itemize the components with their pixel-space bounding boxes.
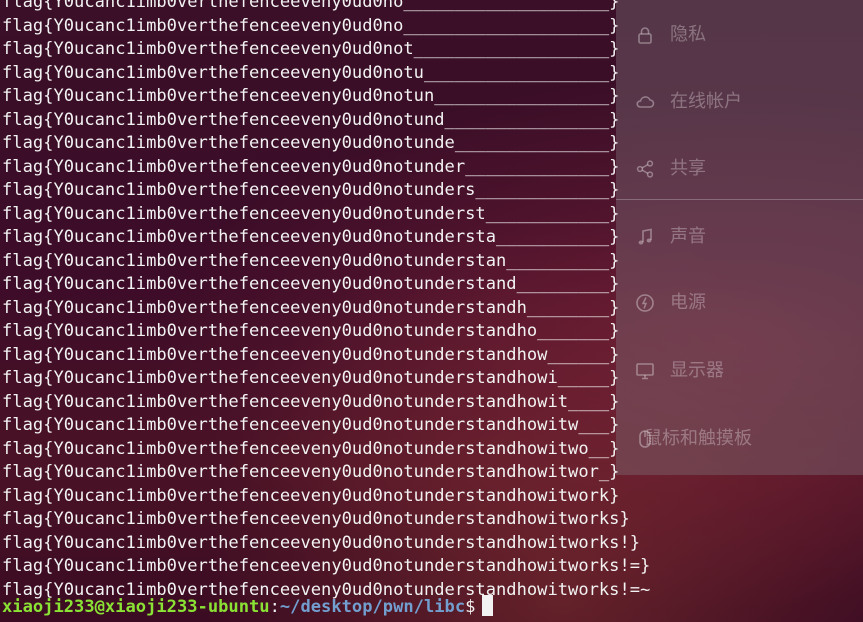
terminal-line: flag{Y0ucanc1imb0verthefenceeveny0ud0not… [2,368,620,388]
prompt-user-host: xiaoji233@xiaoji233-ubuntu [2,597,270,617]
terminal-line: flag{Y0ucanc1imb0verthefenceeveny0ud0not… [2,556,651,576]
terminal-line: flag{Y0ucanc1imb0verthefenceeveny0ud0not… [2,156,620,177]
terminal-line: flag{Y0ucanc1imb0verthefenceeveny0ud0not… [2,180,620,200]
terminal-line: flag{Y0ucanc1imb0verthefenceeveny0ud0not… [2,509,630,529]
terminal-line: flag{Y0ucanc1imb0verthefenceeveny0ud0no_… [2,0,620,12]
terminal-line: flag{Y0ucanc1imb0verthefenceeveny0ud0not… [2,415,620,435]
prompt-colon: : [269,597,280,617]
terminal-line: flag{Y0ucanc1imb0verthefenceeveny0ud0not… [2,86,620,106]
terminal-line: flag{Y0ucanc1imb0verthefenceeveny0ud0not… [2,250,620,271]
terminal-output: flag{Y0ucanc1imb0verthefenceeveny0ud0no_… [2,0,650,602]
terminal-line: flag{Y0ucanc1imb0verthefenceeveny0ud0not… [2,227,620,247]
prompt-symbol: $ [465,597,476,617]
desktop-background: 隐私 在线帐户 共享 声音 电源 显示器 鼠标和触摸板 flag{Y0ucanc… [0,0,863,622]
terminal-line: flag{Y0ucanc1imb0verthefenceeveny0ud0not… [2,203,620,224]
terminal-line: flag{Y0ucanc1imb0verthefenceeveny0ud0no_… [2,15,620,36]
terminal-prompt[interactable]: xiaoji233@xiaoji233-ubuntu:~/desktop/pwn… [2,595,494,619]
terminal-line: flag{Y0ucanc1imb0verthefenceeveny0ud0not… [2,438,620,459]
terminal-line: flag{Y0ucanc1imb0verthefenceeveny0ud0not… [2,485,620,506]
terminal-line: flag{Y0ucanc1imb0verthefenceeveny0ud0not… [2,133,620,153]
terminal-line: flag{Y0ucanc1imb0verthefenceeveny0ud0not… [2,321,620,341]
terminal-cursor [482,595,494,616]
terminal-line: flag{Y0ucanc1imb0verthefenceeveny0ud0not… [2,462,620,482]
terminal-line: flag{Y0ucanc1imb0verthefenceeveny0ud0not… [2,391,620,412]
prompt-path: ~/desktop/pwn/libc [279,597,466,617]
terminal-window[interactable]: flag{Y0ucanc1imb0verthefenceeveny0ud0no_… [0,0,863,622]
terminal-line: flag{Y0ucanc1imb0verthefenceeveny0ud0not… [2,297,620,318]
terminal-line: flag{Y0ucanc1imb0verthefenceeveny0ud0not… [2,274,620,294]
terminal-line: flag{Y0ucanc1imb0verthefenceeveny0ud0not… [2,62,620,83]
terminal-line: flag{Y0ucanc1imb0verthefenceeveny0ud0not… [2,344,620,365]
terminal-line: flag{Y0ucanc1imb0verthefenceeveny0ud0not… [2,109,620,130]
terminal-line: flag{Y0ucanc1imb0verthefenceeveny0ud0not… [2,39,620,59]
terminal-line: flag{Y0ucanc1imb0verthefenceeveny0ud0not… [2,532,641,553]
